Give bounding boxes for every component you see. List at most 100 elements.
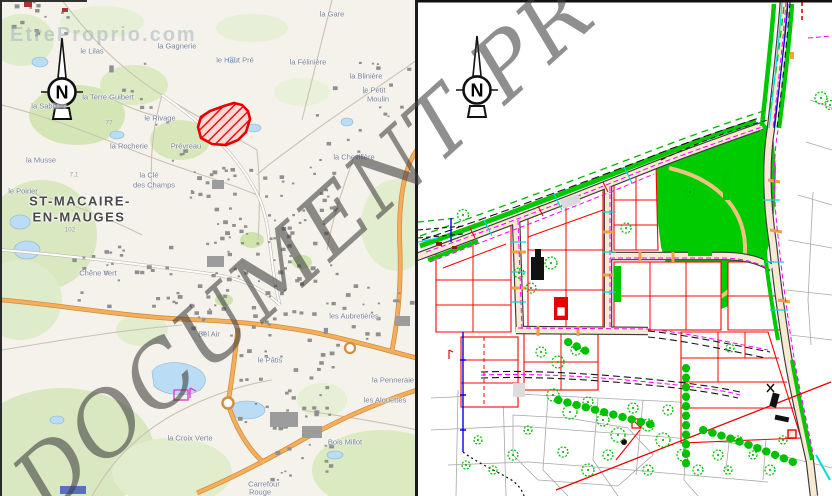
building [173,301,176,303]
building [155,124,157,126]
building [256,253,260,256]
building [213,170,218,174]
building [324,232,328,236]
building [269,296,271,298]
building [244,225,247,228]
building [302,210,305,212]
building [190,197,193,199]
tree-center-dot [540,351,542,353]
topo-map-panel[interactable]: N ST-MACAIRE- EN-MAUGES la Garele Lilasl… [0,0,417,496]
tree-center-dot [462,214,464,216]
tree-center-dot [617,434,619,436]
building [328,414,331,416]
plan-map-svg: N [418,0,832,496]
building [309,444,311,446]
listing-image: N ST-MACAIRE- EN-MAUGES la Garele Lilasl… [0,0,832,496]
tree-center-dot [829,104,831,106]
building [166,121,169,124]
building [152,305,156,308]
tree-center-dot [607,454,609,456]
building [274,259,276,261]
building [178,295,183,299]
building [363,304,365,306]
building [253,314,258,318]
building [202,332,207,336]
building [109,252,112,254]
tree-center-dot [632,407,634,409]
tree-center-dot [682,454,684,456]
building [290,231,294,234]
building [287,244,292,248]
plan-map-panel[interactable]: N [418,0,832,496]
building [284,267,287,269]
building [92,255,96,258]
building [270,478,274,482]
building [376,66,380,70]
tree-center-dot [569,411,571,413]
building [190,304,194,307]
building [282,227,287,231]
building [297,264,301,267]
building [198,193,202,196]
building [287,235,292,239]
building [82,267,86,270]
building [227,251,229,253]
building [347,139,350,141]
building [311,266,316,270]
building [366,338,369,340]
tree-center-dot [769,469,771,471]
building [259,378,263,381]
building [376,332,381,336]
building [150,106,153,109]
building [106,264,108,266]
building [330,352,335,356]
compass-letter: N [471,81,484,101]
building [273,318,277,321]
building [239,379,243,382]
building [287,447,291,450]
building [228,253,232,256]
building [234,268,237,271]
building [324,331,328,334]
building [280,356,282,358]
building [206,295,210,298]
building [308,339,312,342]
building [288,260,292,263]
building [268,324,271,326]
building [336,344,340,347]
building [410,301,415,305]
building [384,113,388,116]
building [257,243,260,245]
tree-center-dot [587,401,589,403]
building [327,196,329,198]
building [207,195,211,198]
building [239,230,243,233]
tree-center-dot [729,347,731,349]
building [325,386,329,389]
building [359,62,362,64]
building [304,219,307,221]
building [247,349,252,353]
tree-center-dot [530,287,532,289]
building [317,368,321,371]
building [209,309,211,311]
building [300,282,304,285]
building [122,89,126,92]
building [268,334,271,337]
tree-center-dot [512,454,514,456]
building [198,284,203,288]
building [329,445,334,449]
building [292,183,294,185]
tree-center-dot [575,349,577,351]
building [244,271,248,274]
building [268,241,270,243]
building [66,16,69,19]
building [288,227,292,230]
building [252,326,256,329]
building [214,242,217,244]
building [314,280,318,283]
building [156,297,160,300]
building [215,208,220,212]
building [336,273,339,275]
building [169,246,173,250]
